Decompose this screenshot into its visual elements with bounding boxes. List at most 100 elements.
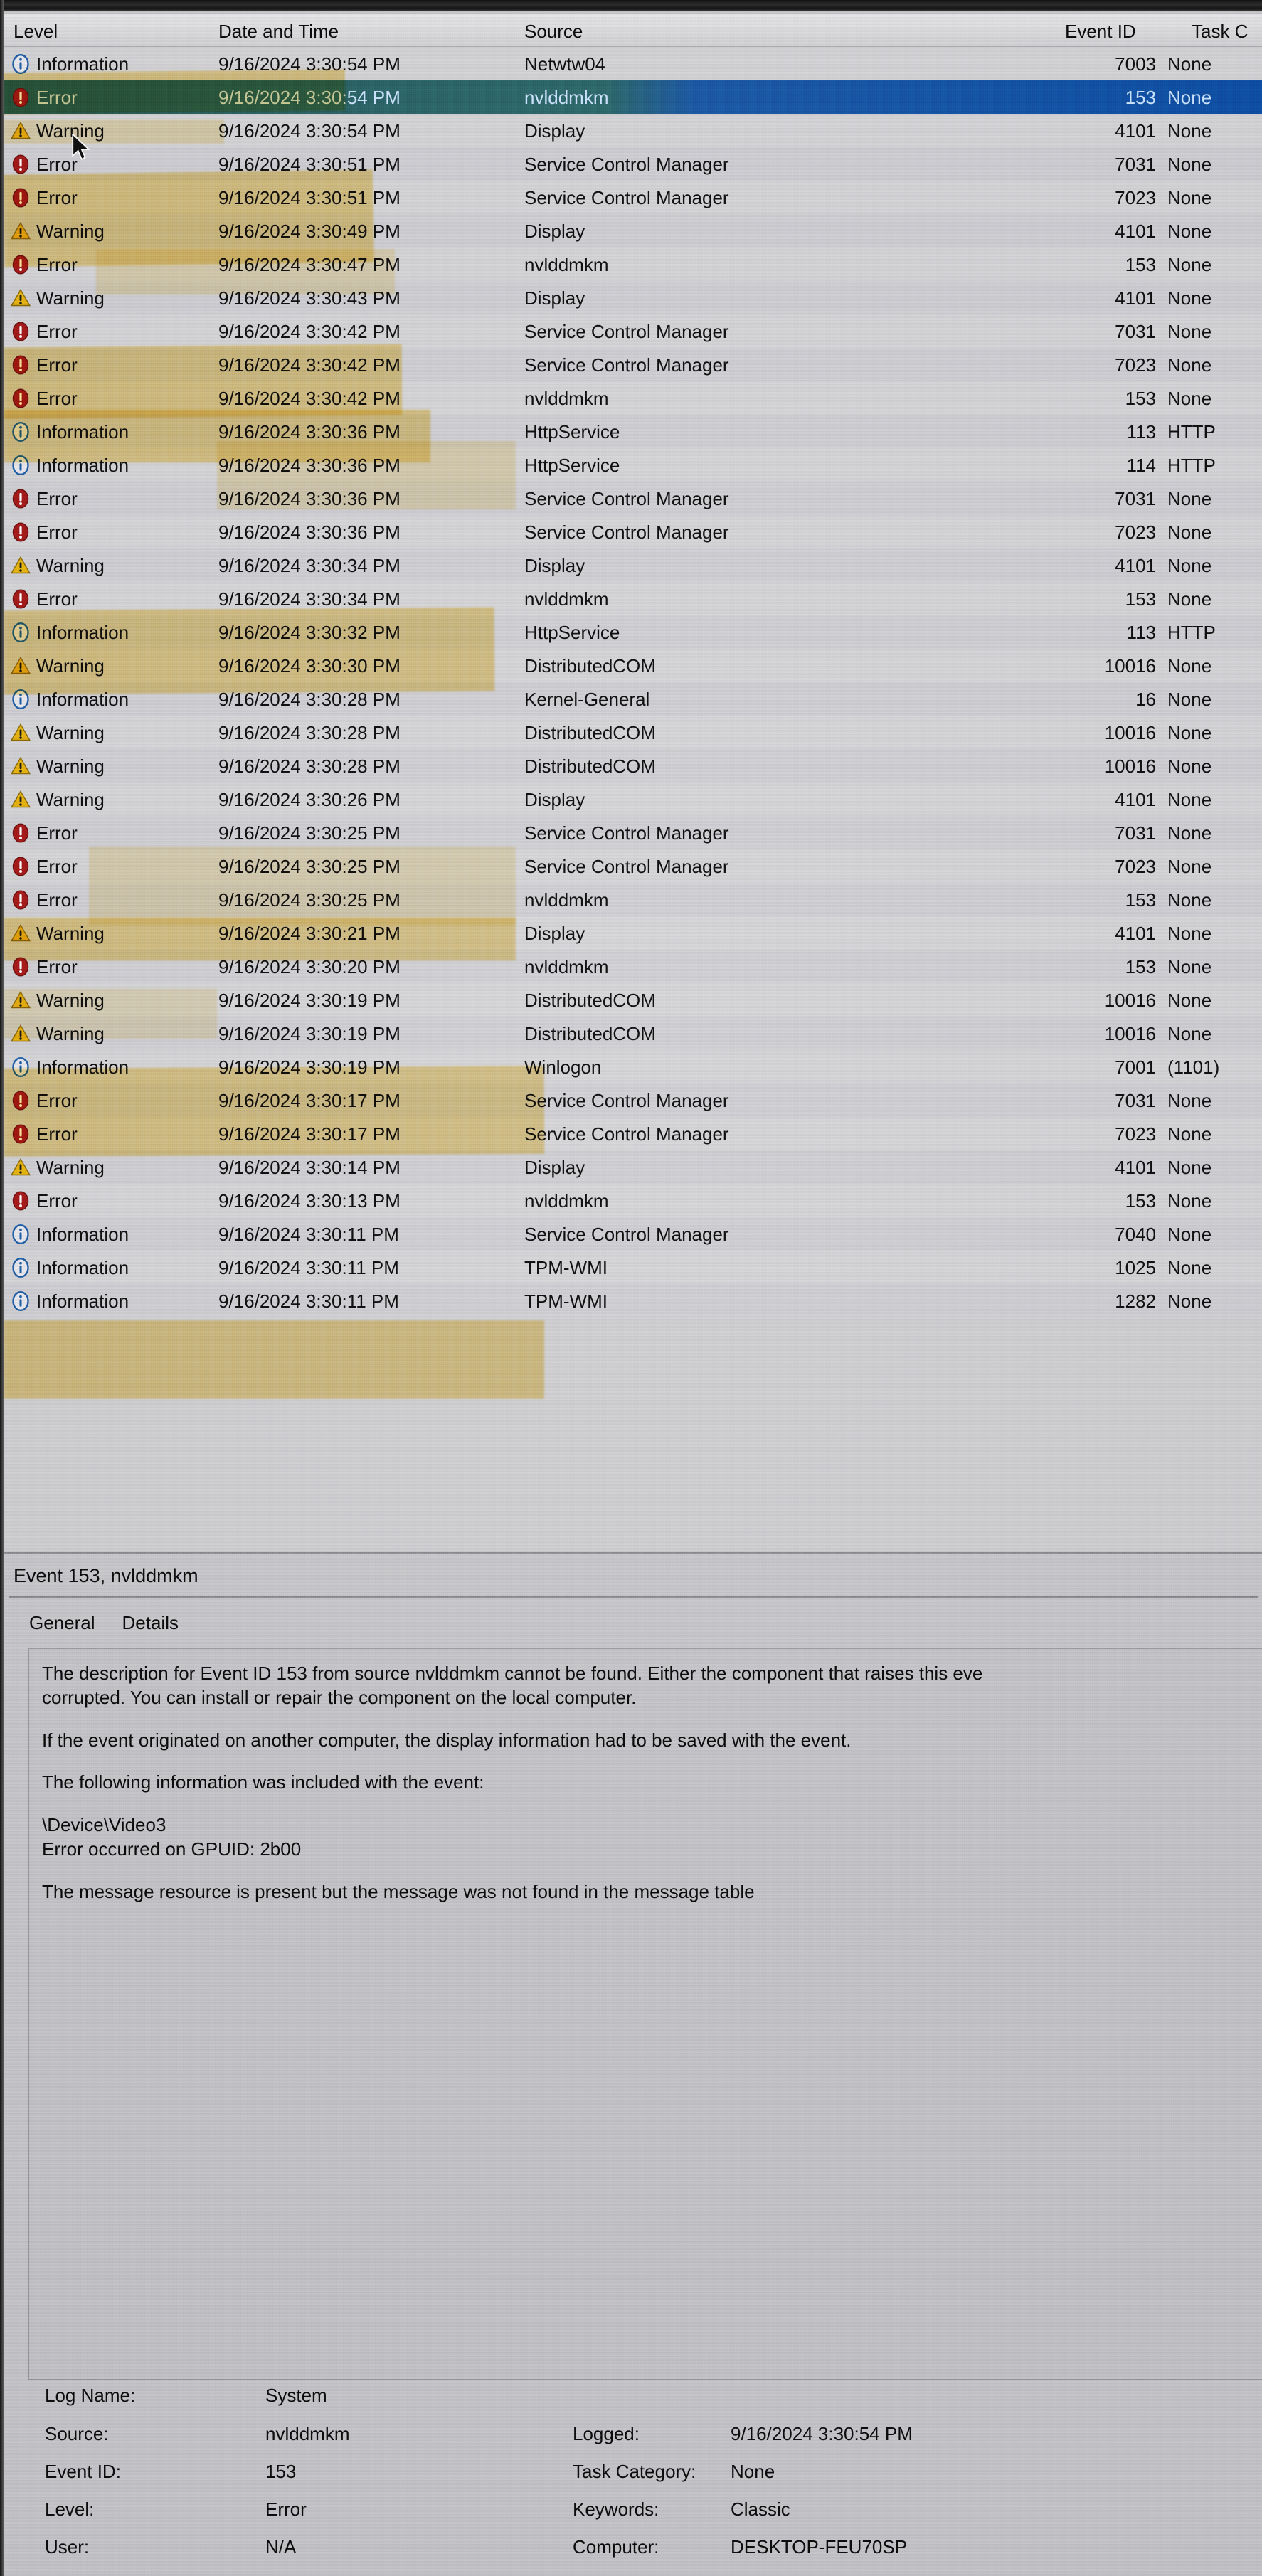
column-header-event-id[interactable]: Event ID — [1065, 21, 1136, 43]
event-list-header[interactable]: Level Date and Time Source Event ID Task… — [4, 14, 1262, 47]
table-row[interactable]: Warning 9/16/2024 3:30:14 PM Display 4101 No… — [4, 1150, 1262, 1184]
column-header-level[interactable]: Level — [14, 21, 58, 43]
cell-source: Service Control Manager — [524, 521, 729, 543]
table-row[interactable]: Error 9/16/2024 3:30:17 PM Service Control… — [4, 1083, 1262, 1117]
cell-source: Service Control Manager — [524, 1123, 729, 1145]
table-row[interactable]: Warning 9/16/2024 3:30:28 PM DistributedCO… — [4, 749, 1262, 783]
table-row[interactable]: Warning 9/16/2024 3:30:34 PM Display 4101 No… — [4, 548, 1262, 582]
cell-date-and-time: 9/16/2024 3:30:13 PM — [218, 1190, 401, 1212]
table-row[interactable]: Information 9/16/2024 3:30:36 PM HttpServi… — [4, 448, 1262, 482]
table-row[interactable]: Information 9/16/2024 3:30:28 PM Kernel-Ge… — [4, 682, 1262, 716]
table-row[interactable]: Information 9/16/2024 3:30:11 PM TPM-WMI 12… — [4, 1284, 1262, 1318]
highlighter-stroke — [4, 1320, 544, 1399]
cell-task-category: HTTP — [1167, 455, 1216, 476]
cell-date-and-time: 9/16/2024 3:30:36 PM — [218, 488, 401, 509]
table-row[interactable]: Error 9/16/2024 3:30:20 PM nvlddmkm 153 None — [4, 950, 1262, 983]
cell-level: Information — [36, 689, 129, 710]
tab-details[interactable]: Details — [118, 1609, 183, 1638]
table-row[interactable]: Error 9/16/2024 3:30:13 PM nvlddmkm 153 None — [4, 1184, 1262, 1217]
cell-event-id: 113 — [1126, 421, 1156, 442]
table-row[interactable]: Information 9/16/2024 3:30:19 PM Winlogon 7… — [4, 1050, 1262, 1083]
cell-level: Information — [36, 1224, 129, 1245]
warning-icon — [11, 288, 31, 307]
table-row[interactable]: Error 9/16/2024 3:30:54 PM nvlddmkm 153 None — [4, 80, 1262, 114]
cell-level: Information — [36, 455, 129, 476]
table-row[interactable]: Warning 9/16/2024 3:30:19 PM DistributedCO… — [4, 983, 1262, 1017]
event-list-pane[interactable]: Level Date and Time Source Event ID Task… — [4, 14, 1262, 1551]
table-row[interactable]: Information 9/16/2024 3:30:11 PM TPM-WMI 10… — [4, 1251, 1262, 1284]
table-row[interactable]: Error 9/16/2024 3:30:47 PM nvlddmkm 153 None — [4, 248, 1262, 281]
table-row[interactable]: Warning 9/16/2024 3:30:54 PM Display 4101 No… — [4, 114, 1262, 147]
cell-source: nvlddmkm — [524, 87, 609, 108]
table-row[interactable]: Error 9/16/2024 3:30:42 PM nvlddmkm 153 None — [4, 381, 1262, 415]
cell-date-and-time: 9/16/2024 3:30:32 PM — [218, 622, 401, 643]
table-row[interactable]: Information 9/16/2024 3:30:11 PM Service C… — [4, 1217, 1262, 1251]
cell-source: Service Control Manager — [524, 822, 729, 844]
event-rows[interactable]: Information 9/16/2024 3:30:54 PM Netwtw04 7… — [4, 47, 1262, 1318]
table-row[interactable]: Warning 9/16/2024 3:30:19 PM DistributedCO… — [4, 1017, 1262, 1050]
table-row[interactable]: Error 9/16/2024 3:30:17 PM Service Control… — [4, 1117, 1262, 1150]
cell-level: Error — [36, 1090, 78, 1111]
table-row[interactable]: Error 9/16/2024 3:30:25 PM Service Control… — [4, 849, 1262, 883]
table-row[interactable]: Error 9/16/2024 3:30:51 PM Service Control… — [4, 147, 1262, 181]
detail-tabs[interactable]: General Details — [25, 1609, 183, 1638]
table-row[interactable]: Information 9/16/2024 3:30:36 PM HttpServi… — [4, 415, 1262, 448]
cell-date-and-time: 9/16/2024 3:30:51 PM — [218, 154, 401, 175]
event-description-box[interactable]: The description for Event ID 153 from so… — [28, 1648, 1262, 2380]
cell-source: DistributedCOM — [524, 655, 656, 677]
error-icon — [12, 255, 29, 275]
table-row[interactable]: Warning 9/16/2024 3:30:21 PM Display 4101 No… — [4, 916, 1262, 950]
table-row[interactable]: Warning 9/16/2024 3:30:30 PM DistributedCO… — [4, 649, 1262, 682]
monitor-bezel-top — [0, 0, 1262, 11]
cell-date-and-time: 9/16/2024 3:30:54 PM — [218, 87, 401, 108]
cell-task-category: None — [1167, 1257, 1212, 1278]
cell-event-id: 4101 — [1115, 221, 1156, 242]
cell-level: Information — [36, 421, 129, 442]
table-row[interactable]: Warning 9/16/2024 3:30:43 PM Display 4101 No… — [4, 281, 1262, 314]
cell-task-category: None — [1167, 120, 1212, 142]
information-icon — [12, 1258, 29, 1278]
information-icon — [12, 1291, 29, 1311]
cell-event-id: 1282 — [1115, 1290, 1156, 1312]
tab-general[interactable]: General — [25, 1609, 100, 1638]
description-paragraph-2: If the event originated on another compu… — [42, 1729, 852, 1751]
cell-date-and-time: 9/16/2024 3:30:19 PM — [218, 1056, 401, 1078]
cell-event-id: 7023 — [1115, 856, 1156, 877]
table-row[interactable]: Error 9/16/2024 3:30:42 PM Service Control… — [4, 348, 1262, 381]
cell-level: Information — [36, 53, 129, 75]
table-row[interactable]: Warning 9/16/2024 3:30:28 PM DistributedCO… — [4, 716, 1262, 749]
error-icon — [12, 1191, 29, 1211]
table-row[interactable]: Error 9/16/2024 3:30:51 PM Service Control… — [4, 181, 1262, 214]
cell-level: Warning — [36, 1023, 105, 1044]
table-row[interactable]: Information 9/16/2024 3:30:32 PM HttpServi… — [4, 615, 1262, 649]
column-header-source[interactable]: Source — [524, 21, 583, 43]
cell-date-and-time: 9/16/2024 3:30:14 PM — [218, 1157, 401, 1178]
table-row[interactable]: Error 9/16/2024 3:30:42 PM Service Control… — [4, 314, 1262, 348]
column-header-date[interactable]: Date and Time — [218, 21, 339, 43]
table-row[interactable]: Error 9/16/2024 3:30:34 PM nvlddmkm 153 None — [4, 582, 1262, 615]
cell-date-and-time: 9/16/2024 3:30:11 PM — [218, 1224, 399, 1245]
table-row[interactable]: Error 9/16/2024 3:30:25 PM Service Control… — [4, 816, 1262, 849]
cell-source: DistributedCOM — [524, 1023, 656, 1044]
cell-source: Display — [524, 923, 585, 944]
table-row[interactable]: Error 9/16/2024 3:30:36 PM Service Control… — [4, 482, 1262, 515]
cell-source: HttpService — [524, 622, 620, 643]
table-row[interactable]: Error 9/16/2024 3:30:36 PM Service Control… — [4, 515, 1262, 548]
table-row[interactable]: Error 9/16/2024 3:30:25 PM nvlddmkm 153 None — [4, 883, 1262, 916]
table-row[interactable]: Information 9/16/2024 3:30:54 PM Netwtw04 7… — [4, 47, 1262, 80]
meta-value-keywords: Classic — [731, 2498, 790, 2520]
cell-level: Error — [36, 889, 78, 911]
cell-task-category: None — [1167, 789, 1212, 810]
cell-task-category: None — [1167, 889, 1212, 911]
warning-icon — [11, 723, 31, 741]
table-row[interactable]: Warning 9/16/2024 3:30:26 PM Display 4101 No… — [4, 783, 1262, 816]
cell-task-category: None — [1167, 822, 1212, 844]
column-header-task-category[interactable]: Task C — [1192, 21, 1248, 43]
meta-label-computer: Computer: — [573, 2536, 659, 2558]
cell-task-category: None — [1167, 1290, 1212, 1312]
cell-date-and-time: 9/16/2024 3:30:49 PM — [218, 221, 401, 242]
cell-level: Error — [36, 822, 78, 844]
meta-label-event-id: Event ID: — [45, 2461, 121, 2482]
cell-level: Warning — [36, 221, 105, 242]
table-row[interactable]: Warning 9/16/2024 3:30:49 PM Display 4101 No… — [4, 214, 1262, 248]
